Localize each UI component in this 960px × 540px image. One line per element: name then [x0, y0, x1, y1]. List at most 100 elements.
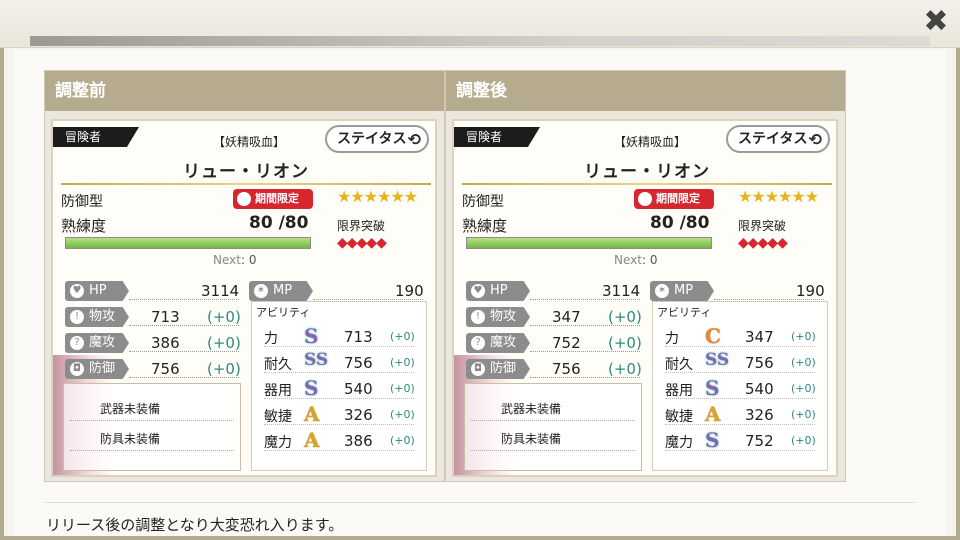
status-button-label: ステイタス	[337, 131, 407, 147]
ability-label: 敏捷	[264, 409, 292, 425]
panel-header-after: 調整後	[446, 71, 845, 111]
limited-badge: 期間限定	[634, 189, 714, 209]
status-button[interactable]: ステイタス ⟲	[325, 125, 429, 153]
proficiency-bar-fill	[66, 238, 310, 248]
ability-grade: A	[705, 402, 721, 426]
next-value: : 0	[240, 253, 257, 267]
ability-value: 540	[344, 380, 373, 398]
proficiency-value: 80 /80	[249, 213, 309, 233]
stat-delta: (+0)	[207, 334, 241, 352]
row-line	[264, 346, 414, 347]
stat-label: 物攻	[89, 309, 116, 324]
ability-delta: (+0)	[390, 434, 415, 447]
stat-value: 386	[151, 334, 180, 352]
ability-row: 器用 S 540 (+0)	[264, 376, 420, 400]
row-line	[665, 450, 815, 451]
hp-row: ♥ HP 3114	[65, 281, 241, 301]
stat-delta: (+0)	[608, 308, 642, 326]
mp-label: MP	[674, 283, 694, 298]
category-tag: 冒険者	[53, 127, 139, 147]
status-button[interactable]: ステイタス ⟲	[726, 125, 830, 153]
proficiency-label: 熟練度	[462, 217, 508, 235]
stat-pill: ◘ 防御	[65, 359, 129, 379]
hp-label: HP	[89, 283, 107, 298]
stat-label: 防御	[490, 361, 517, 376]
close-icon[interactable]: ✖	[920, 6, 952, 38]
ability-label: 力	[264, 331, 278, 347]
ability-grade: C	[705, 324, 721, 348]
mp-icon: ✶	[655, 284, 669, 298]
panel-after: 調整後 冒険者 【妖精吸血】 ステイタス ⟲ リュー・リオン 防御型 期間限定 …	[445, 70, 846, 482]
ability-grade: S	[705, 428, 720, 452]
divider	[61, 183, 431, 185]
armor-slot: 防具未装備	[501, 432, 562, 446]
limit-break-diamonds: ◆◆◆◆◆	[337, 235, 387, 251]
ability-label: 耐久	[264, 357, 292, 373]
ability-label: 器用	[264, 383, 292, 399]
mp-value: 190	[395, 282, 424, 300]
mp-icon: ✶	[254, 284, 268, 298]
stat-pill: ! 物攻	[65, 307, 129, 327]
stat-delta: (+0)	[207, 308, 241, 326]
ability-label: 魔力	[665, 435, 693, 451]
ability-value: 756	[344, 354, 373, 372]
stat-pill: ! 物攻	[466, 307, 530, 327]
stat-row: ◘ 防御 756 (+0)	[466, 359, 642, 379]
ability-row: 魔力 A 386 (+0)	[264, 428, 420, 452]
stat-value: 347	[552, 308, 581, 326]
weapon-slot: 武器未装備	[501, 402, 562, 416]
divider	[462, 183, 832, 185]
slot-line	[70, 450, 234, 451]
stat-value: 756	[151, 360, 180, 378]
character-card: 冒険者 【妖精吸血】 ステイタス ⟲ リュー・リオン 防御型 期間限定 ★★★★…	[452, 119, 838, 477]
ability-value: 386	[344, 432, 373, 450]
character-subtitle: 【妖精吸血】	[213, 135, 286, 149]
stat-label: 防御	[89, 361, 116, 376]
stat-row: ! 物攻 713 (+0)	[65, 307, 241, 327]
stat-row: ? 魔攻 386 (+0)	[65, 333, 241, 353]
ability-row: 力 S 713 (+0)	[264, 324, 420, 348]
stat-label: 魔攻	[490, 335, 517, 350]
ability-grade: A	[304, 402, 320, 426]
slot-line	[471, 420, 635, 421]
sword-icon: !	[70, 310, 84, 324]
stat-row: ! 物攻 347 (+0)	[466, 307, 642, 327]
character-name: リュー・リオン	[584, 162, 710, 182]
stat-value: 713	[151, 308, 180, 326]
limit-break-label: 限界突破	[337, 219, 386, 233]
ability-delta: (+0)	[390, 382, 415, 395]
rarity-stars: ★★★★★★	[337, 187, 418, 206]
character-subtitle: 【妖精吸血】	[614, 135, 687, 149]
mp-row: ✶ MP 190	[650, 281, 826, 301]
ability-delta: (+0)	[791, 408, 816, 421]
magic-icon: ?	[471, 336, 485, 350]
next-label: Next	[213, 253, 241, 267]
row-line	[665, 346, 815, 347]
modal-content: 調整前 冒険者 【妖精吸血】 ステイタス ⟲ リュー・リオン 防御型 期間限定 …	[14, 50, 946, 536]
shield-icon: ◘	[471, 362, 485, 376]
row-line	[264, 424, 414, 425]
panel-before: 調整前 冒険者 【妖精吸血】 ステイタス ⟲ リュー・リオン 防御型 期間限定 …	[44, 70, 445, 482]
next-value: : 0	[641, 253, 658, 267]
proficiency-label: 熟練度	[61, 217, 107, 235]
mask-icon	[237, 192, 251, 206]
ability-label: 魔力	[264, 435, 292, 451]
stat-value: 752	[552, 334, 581, 352]
stat-delta: (+0)	[608, 334, 642, 352]
ability-grade: S	[304, 376, 319, 400]
ability-row: 器用 S 540 (+0)	[665, 376, 821, 400]
row-line	[665, 372, 815, 373]
ability-value: 756	[745, 354, 774, 372]
ability-label: 敏捷	[665, 409, 693, 425]
footer-divider	[44, 502, 916, 503]
row-line	[264, 372, 414, 373]
rarity-stars: ★★★★★★	[738, 187, 819, 206]
equipment-box: 武器未装備 防具未装備	[63, 383, 241, 471]
heart-icon: ♥	[70, 284, 84, 298]
character-role: 防御型	[462, 194, 504, 210]
limit-break-label: 限界突破	[738, 219, 787, 233]
comparison-panels: 調整前 冒険者 【妖精吸血】 ステイタス ⟲ リュー・リオン 防御型 期間限定 …	[44, 70, 846, 482]
hp-value: 3114	[201, 282, 240, 300]
limited-badge-label: 期間限定	[255, 192, 299, 205]
ability-value: 326	[745, 406, 774, 424]
